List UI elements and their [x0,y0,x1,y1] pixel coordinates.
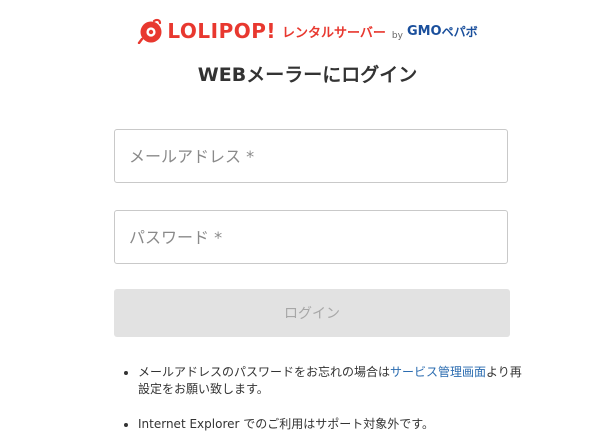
parent-name: ペパボ [441,24,478,39]
login-page: LOLIPOP! レンタルサーバー by GMO ペパボ WEBメーラーにログイ… [0,0,615,447]
forgot-password-note: メールアドレスのパスワードをお忘れの場合はサービス管理画面より再設定をお願い致し… [138,364,533,398]
forgot-prefix: メールアドレスのパスワードをお忘れの場合は [138,365,391,379]
login-button[interactable]: ログイン [114,289,510,337]
ie-notice-text: Internet Explorer でのご利用はサポート対象外です。 [138,417,435,431]
parent-gmo: GMO [406,23,442,39]
brand-by: by [391,31,403,41]
ie-unsupported-note: Internet Explorer でのご利用はサポート対象外です。 [138,416,533,433]
password-input[interactable] [114,210,508,264]
notes-list: メールアドレスのパスワードをお忘れの場合はサービス管理画面より再設定をお願い致し… [122,364,533,447]
brand-logo: LOLIPOP! レンタルサーバー by GMO ペパボ [0,14,615,48]
page-title: WEBメーラーにログイン [197,64,418,86]
email-input[interactable] [114,129,508,183]
brand-name: LOLIPOP! [167,19,277,43]
brand-service: レンタルサーバー [282,25,386,41]
service-admin-link[interactable]: サービス管理画面 [390,365,486,379]
lollipop-logo-icon [138,18,162,44]
